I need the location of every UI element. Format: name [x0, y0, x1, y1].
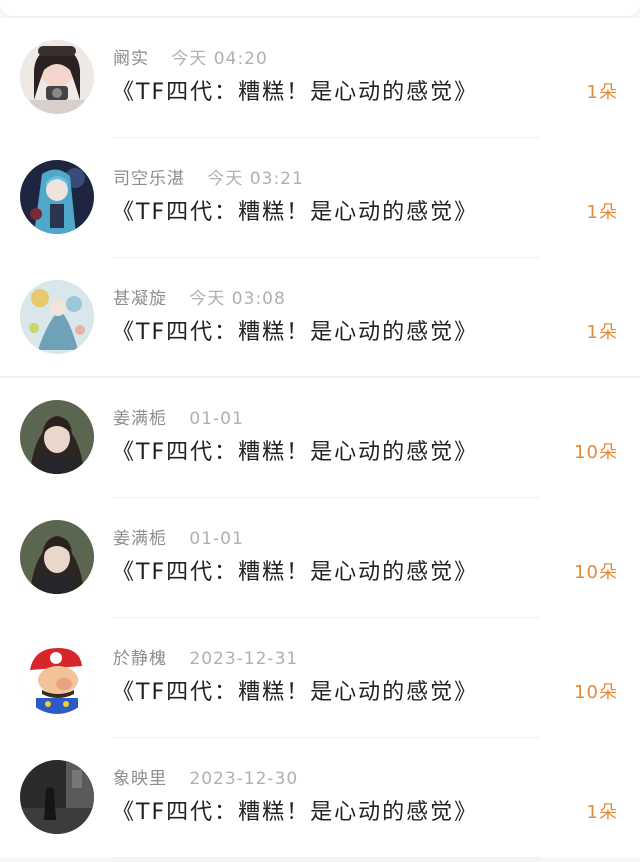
flower-count: 1朵 — [586, 802, 618, 823]
timestamp: 01-01 — [189, 529, 244, 549]
list-item[interactable]: 姜满栀 01-01 《TF四代：糟糕！是心动的感觉》 10朵 — [0, 378, 640, 498]
item-meta: 姜满栀 01-01 — [113, 404, 244, 429]
timestamp: 2023-12-30 — [189, 769, 299, 789]
list-item[interactable]: 象映里 2023-12-30 《TF四代：糟糕！是心动的感觉》 1朵 — [0, 738, 640, 858]
user-name[interactable]: 於静槐 — [113, 649, 167, 669]
list-item[interactable]: 司空乐湛 今天 03:21 《TF四代：糟糕！是心动的感觉》 1朵 — [0, 138, 640, 258]
timestamp: 今天 03:08 — [189, 289, 286, 309]
item-title: 《TF四代：糟糕！是心动的感觉》 — [112, 440, 479, 465]
item-meta: 司空乐湛 今天 03:21 — [113, 164, 304, 189]
gift-record-list-page: 阚实 今天 04:20 《TF四代：糟糕！是心动的感觉》 1朵 司空乐湛 今天 … — [0, 0, 640, 862]
flower-count: 10朵 — [574, 442, 618, 463]
item-meta: 象映里 2023-12-30 — [113, 764, 298, 789]
timestamp: 01-01 — [189, 409, 244, 429]
flower-count: 1朵 — [586, 322, 618, 343]
flower-count: 10朵 — [574, 562, 618, 583]
timestamp: 2023-12-31 — [189, 649, 299, 669]
user-name[interactable]: 司空乐湛 — [113, 169, 185, 189]
user-name[interactable]: 姜满栀 — [113, 529, 167, 549]
item-meta: 甚凝旋 今天 03:08 — [113, 284, 286, 309]
avatar-girl-photo-icon[interactable] — [20, 400, 94, 474]
top-panel-edge — [0, 0, 640, 16]
timestamp: 今天 03:21 — [207, 169, 304, 189]
avatar-girl-camera-icon[interactable] — [20, 40, 94, 114]
item-title: 《TF四代：糟糕！是心动的感觉》 — [112, 320, 479, 345]
divider — [112, 857, 540, 858]
flower-count: 10朵 — [574, 682, 618, 703]
flower-count: 1朵 — [586, 82, 618, 103]
item-title: 《TF四代：糟糕！是心动的感觉》 — [112, 80, 479, 105]
flower-count: 1朵 — [586, 202, 618, 223]
timestamp: 今天 04:20 — [171, 49, 268, 69]
user-name[interactable]: 阚实 — [113, 49, 149, 69]
list-item[interactable]: 甚凝旋 今天 03:08 《TF四代：糟糕！是心动的感觉》 1朵 — [0, 258, 640, 378]
avatar-dark-street-icon[interactable] — [20, 760, 94, 834]
avatar-mario-icon[interactable] — [20, 640, 94, 714]
avatar-anime-flower-icon[interactable] — [20, 280, 94, 354]
item-title: 《TF四代：糟糕！是心动的感觉》 — [112, 680, 479, 705]
item-meta: 姜满栀 01-01 — [113, 524, 244, 549]
item-meta: 於静槐 2023-12-31 — [113, 644, 298, 669]
list-item[interactable]: 於静槐 2023-12-31 《TF四代：糟糕！是心动的感觉》 10朵 — [0, 618, 640, 738]
item-title: 《TF四代：糟糕！是心动的感觉》 — [112, 200, 479, 225]
list-item[interactable]: 阚实 今天 04:20 《TF四代：糟糕！是心动的感觉》 1朵 — [0, 18, 640, 138]
user-name[interactable]: 姜满栀 — [113, 409, 167, 429]
list-item[interactable]: 姜满栀 01-01 《TF四代：糟糕！是心动的感觉》 10朵 — [0, 498, 640, 618]
avatar-anime-blue-hair-icon[interactable] — [20, 160, 94, 234]
item-title: 《TF四代：糟糕！是心动的感觉》 — [112, 560, 479, 585]
item-title: 《TF四代：糟糕！是心动的感觉》 — [112, 800, 479, 825]
item-meta: 阚实 今天 04:20 — [113, 44, 268, 69]
user-name[interactable]: 象映里 — [113, 769, 167, 789]
user-name[interactable]: 甚凝旋 — [113, 289, 167, 309]
avatar-girl-photo-icon[interactable] — [20, 520, 94, 594]
